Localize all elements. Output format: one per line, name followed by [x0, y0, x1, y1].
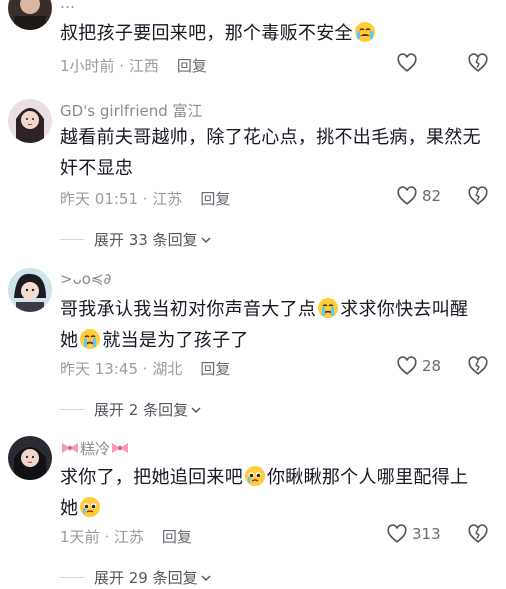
crying-face-emoji-icon — [318, 298, 339, 318]
comment-time: 1小时前 — [60, 57, 115, 75]
comment-text-line: 哥我承认我当初对你声音大了点 求求你快去叫醒 — [60, 298, 469, 320]
comment-meta: 1天前 · 江苏 回复 — [60, 528, 192, 546]
avatar[interactable] — [8, 268, 52, 312]
comment-time: 1天前 — [60, 528, 100, 546]
broken-heart-icon[interactable] — [467, 52, 489, 74]
comment-text: 求你了，把她追回来吧 你瞅瞅那个人哪里配得上 她 — [60, 462, 500, 524]
comment-location: 江苏 — [113, 528, 144, 546]
avatar[interactable] — [8, 99, 52, 143]
avatar[interactable] — [8, 0, 52, 30]
comment-text-line: 越看前夫哥越帅，除了花心点，挑不出毛病，果然无 — [60, 127, 481, 148]
expand-divider — [60, 577, 84, 578]
comment-text-line: 她就当是为了孩子了 — [60, 329, 249, 351]
pleading-face-emoji-icon — [245, 466, 265, 486]
chevron-down-icon — [201, 574, 211, 581]
comment-meta: 昨天 13:45 · 湖北 回复 — [60, 360, 231, 378]
comment-text: 越看前夫哥越帅，除了花心点，挑不出毛病，果然无 奸不显忠 — [60, 122, 500, 184]
comment-text-line: 她 — [60, 493, 500, 524]
comment-time: 昨天 13:45 — [60, 360, 138, 378]
chevron-down-icon — [201, 236, 211, 243]
reply-button[interactable]: 回复 — [200, 190, 230, 208]
comment-text: 叔把孩子要回来吧，那个毒贩不安全 — [60, 18, 500, 49]
crying-face-emoji-icon — [354, 22, 375, 42]
expand-replies-label: 展开 2 条回复 — [94, 401, 189, 419]
comment-username[interactable]: … — [60, 0, 75, 12]
crying-face-emoji-icon — [80, 329, 101, 349]
heart-outline-icon — [387, 524, 407, 543]
comment-username[interactable]: 糕冷 — [60, 438, 130, 459]
pleading-face-emoji-icon — [80, 497, 101, 517]
comment-location: 湖北 — [152, 360, 183, 378]
like-count: 313 — [412, 525, 441, 543]
like-count: 28 — [422, 357, 442, 375]
comment-meta: 1小时前 · 江西 回复 — [60, 57, 207, 75]
reply-button[interactable]: 回复 — [200, 360, 230, 378]
comment-text-line: 奸不显忠 — [60, 158, 134, 179]
comment-username[interactable]: GD's girlfriend 富江 — [60, 100, 203, 121]
heart-outline-icon — [397, 53, 417, 72]
broken-heart-icon[interactable] — [467, 523, 489, 545]
like-button[interactable]: 28 — [396, 355, 441, 377]
comment-text-body: 叔把孩子要回来吧，那个毒贩不安全 — [60, 23, 353, 44]
chevron-down-icon — [191, 406, 201, 413]
broken-heart-icon[interactable] — [467, 355, 489, 377]
like-button[interactable] — [396, 52, 418, 74]
heart-outline-icon — [397, 186, 417, 205]
expand-divider — [60, 239, 84, 240]
comment-location: 江西 — [128, 57, 159, 75]
like-button[interactable]: 82 — [396, 185, 441, 207]
pink-bow-icon — [112, 443, 129, 453]
comment-location: 江苏 — [152, 190, 183, 208]
expand-replies-button[interactable]: 展开 33 条回复 — [60, 229, 212, 250]
reply-button[interactable]: 回复 — [177, 57, 207, 75]
comment-text: 哥我承认我当初对你声音大了点 求求你快去叫醒 她就当是为了孩子了 — [60, 294, 500, 356]
expand-replies-button[interactable]: 展开 2 条回复 — [60, 399, 202, 420]
comment-time: 昨天 01:51 — [60, 190, 138, 208]
heart-outline-icon — [397, 356, 417, 375]
expand-replies-button[interactable]: 展开 29 条回复 — [60, 567, 212, 588]
like-count: 82 — [422, 187, 442, 205]
comment-meta: 昨天 01:51 · 江苏 回复 — [60, 190, 231, 208]
pink-bow-icon — [62, 443, 78, 453]
expand-replies-label: 展开 29 条回复 — [94, 569, 198, 587]
like-button[interactable]: 313 — [386, 523, 441, 545]
expand-replies-label: 展开 33 条回复 — [94, 231, 198, 249]
comment-username[interactable]: >ᴗo≼∂ — [60, 270, 111, 288]
reply-button[interactable]: 回复 — [162, 528, 192, 546]
comment-text-line: 求你了，把她追回来吧 你瞅瞅那个人哪里配得上 — [60, 466, 469, 488]
avatar[interactable] — [8, 436, 52, 480]
broken-heart-icon[interactable] — [467, 185, 489, 207]
expand-divider — [60, 409, 84, 410]
